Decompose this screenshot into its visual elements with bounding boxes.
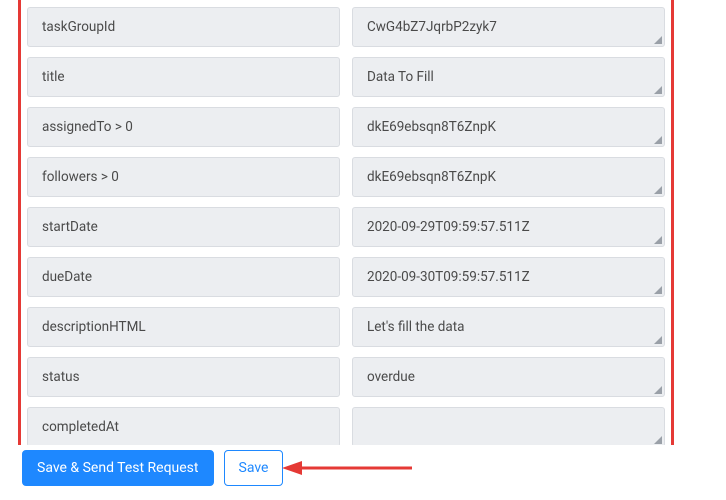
field-row: startDate 2020-09-29T09:59:57.511Z [27,207,665,247]
field-value[interactable]: CwG4bZ7JqrbP2zyk7 [352,7,665,47]
field-value[interactable]: Data To Fill [352,57,665,97]
field-value[interactable]: 2020-09-29T09:59:57.511Z [352,207,665,247]
field-row: dueDate 2020-09-30T09:59:57.511Z [27,257,665,297]
field-row: completedAt [27,407,665,445]
field-value[interactable]: overdue [352,357,665,397]
field-key[interactable]: dueDate [27,257,340,297]
annotation-arrow-icon [282,458,412,478]
field-value[interactable]: Let's fill the data [352,307,665,347]
field-key[interactable]: completedAt [27,407,340,445]
field-key[interactable]: status [27,357,340,397]
field-row: taskGroupId CwG4bZ7JqrbP2zyk7 [27,7,665,47]
field-row: title Data To Fill [27,57,665,97]
field-key[interactable]: taskGroupId [27,7,340,47]
field-key[interactable]: descriptionHTML [27,307,340,347]
field-row: status overdue [27,357,665,397]
form-scroll-area[interactable]: taskGroupId CwG4bZ7JqrbP2zyk7 title Data… [0,0,704,445]
field-key[interactable]: startDate [27,207,340,247]
footer-actions: Save & Send Test Request Save [22,450,283,486]
field-value[interactable]: 2020-09-30T09:59:57.511Z [352,257,665,297]
field-key[interactable]: followers > 0 [27,157,340,197]
save-send-test-button[interactable]: Save & Send Test Request [22,450,214,486]
field-key[interactable]: title [27,57,340,97]
field-key[interactable]: assignedTo > 0 [27,107,340,147]
field-row: followers > 0 dkE69ebsqn8T6ZnpK [27,157,665,197]
field-row: descriptionHTML Let's fill the data [27,307,665,347]
field-value[interactable]: dkE69ebsqn8T6ZnpK [352,107,665,147]
field-value[interactable]: dkE69ebsqn8T6ZnpK [352,157,665,197]
field-row: assignedTo > 0 dkE69ebsqn8T6ZnpK [27,107,665,147]
save-button[interactable]: Save [224,450,284,486]
field-value[interactable] [352,407,665,445]
fields-highlight-box: taskGroupId CwG4bZ7JqrbP2zyk7 title Data… [18,0,674,445]
